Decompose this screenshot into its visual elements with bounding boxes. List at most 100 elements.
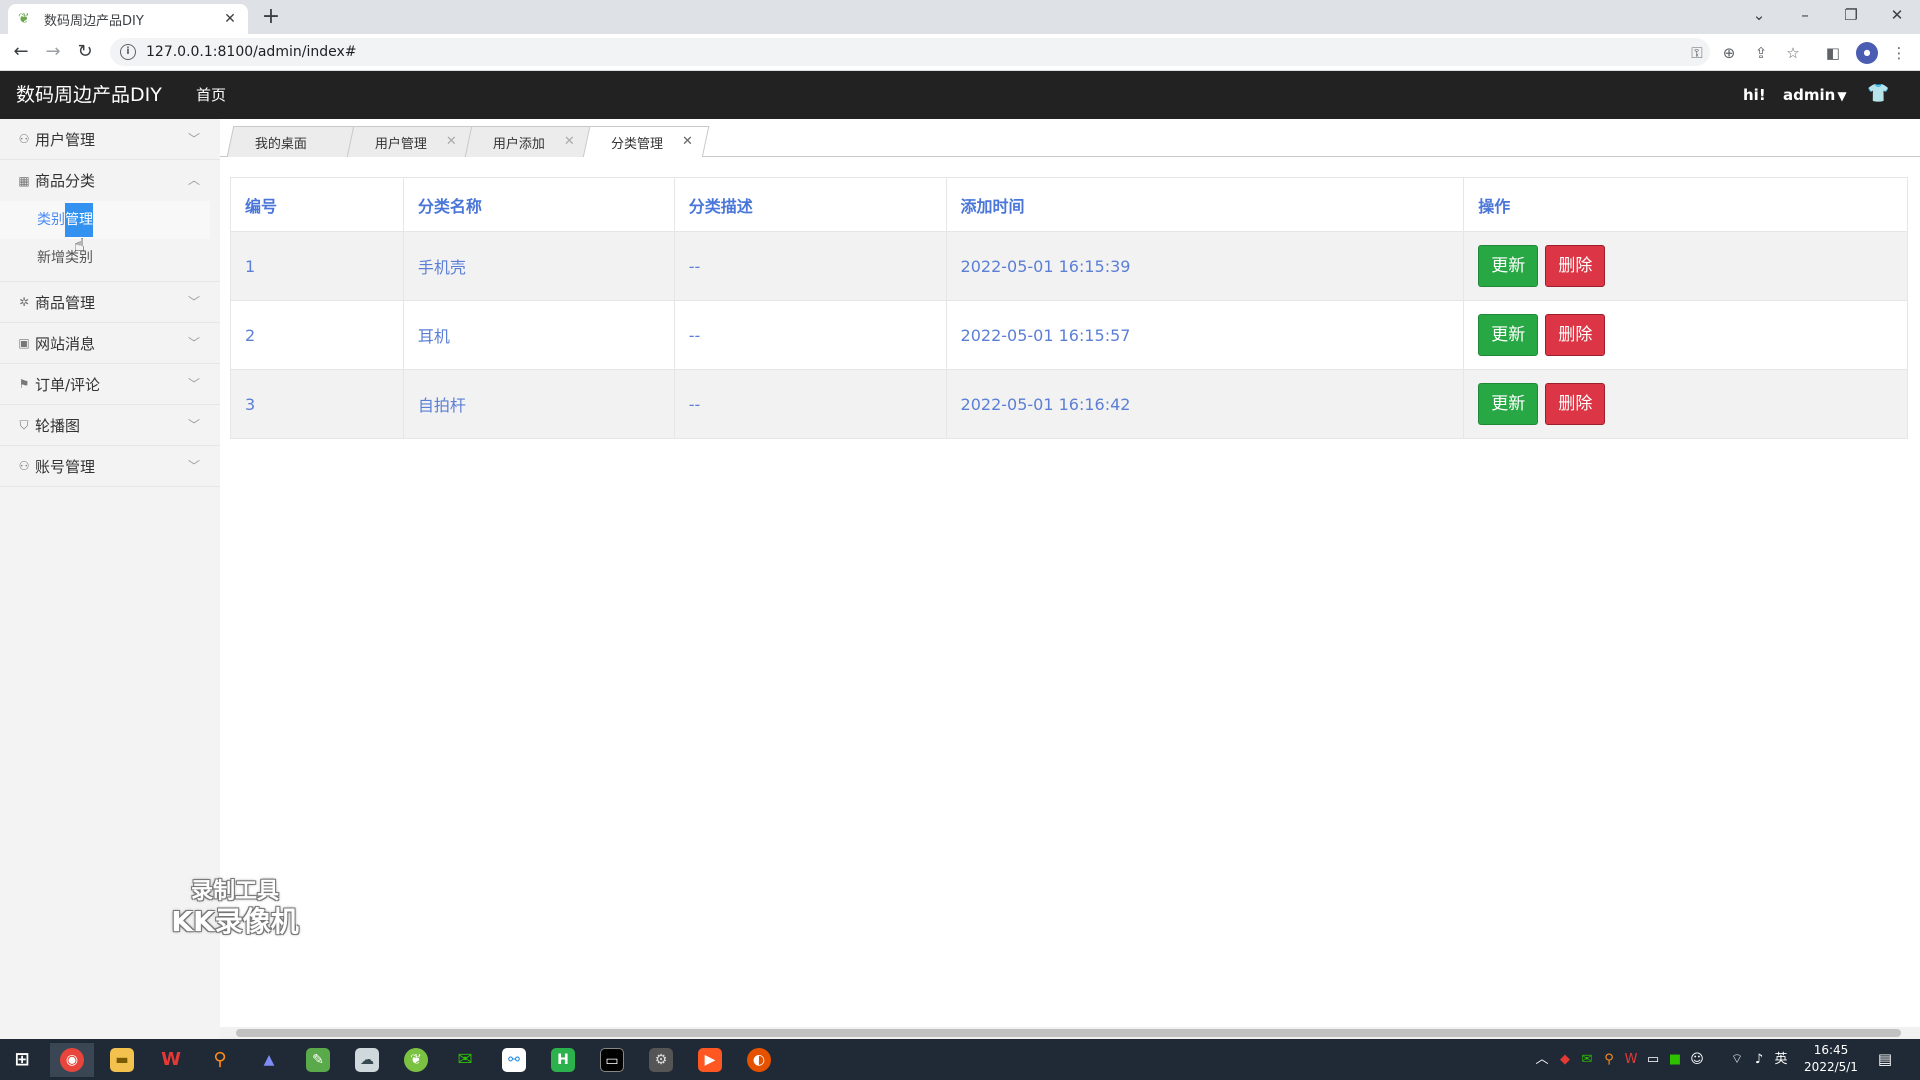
tab-label: 用户添加 bbox=[492, 136, 545, 152]
input-language[interactable]: 英 bbox=[1772, 1039, 1790, 1080]
close-tab-icon[interactable]: ✕ bbox=[682, 127, 693, 157]
table-row: 2 耳机 -- 2022-05-01 16:15:57 更新 删除 bbox=[230, 300, 1908, 370]
delete-button[interactable]: 删除 bbox=[1545, 383, 1606, 425]
image-icon: ▣ bbox=[18, 336, 30, 350]
main-content: 编号 分类名称 分类描述 添加时间 操作 1 手机壳 -- 2022-05-01… bbox=[220, 157, 1920, 1029]
hbuilder-app-icon[interactable]: H bbox=[541, 1043, 585, 1077]
update-button[interactable]: 更新 bbox=[1478, 383, 1539, 425]
new-tab-button[interactable]: + bbox=[258, 5, 284, 31]
flag-icon: ⚑ bbox=[18, 377, 30, 391]
sidebar-item-site-messages[interactable]: ▣ 网站消息 ﹀ bbox=[0, 323, 220, 364]
submenu-item-add-category[interactable]: 新增类别 bbox=[0, 239, 220, 277]
tray-search-icon[interactable]: ⚲ bbox=[1600, 1039, 1618, 1080]
table-row: 1 手机壳 -- 2022-05-01 16:15:39 更新 删除 bbox=[230, 231, 1908, 301]
close-tab-icon[interactable]: ✕ bbox=[446, 127, 457, 157]
table-header-row: 编号 分类名称 分类描述 添加时间 操作 bbox=[230, 177, 1908, 232]
share-icon[interactable]: ⇪ bbox=[1750, 42, 1772, 64]
photos-app-icon[interactable]: ▲ bbox=[247, 1043, 291, 1077]
notification-icon[interactable]: ▤ bbox=[1874, 1039, 1896, 1080]
taskbar-clock[interactable]: 16:45 2022/5/1 bbox=[1796, 1042, 1866, 1076]
admin-user-menu[interactable]: admin ▼ bbox=[1783, 71, 1847, 120]
side-panel-icon[interactable]: ◧ bbox=[1822, 42, 1844, 64]
file-explorer-icon[interactable]: ▬ bbox=[100, 1043, 144, 1077]
tab-search-icon[interactable]: ⌄ bbox=[1736, 0, 1782, 30]
more-menu-icon[interactable]: ⋮ bbox=[1888, 42, 1910, 64]
chrome-app-icon[interactable]: ◉ bbox=[50, 1043, 94, 1077]
sidebar-item-label: 网站消息 bbox=[35, 334, 96, 353]
category-table: 编号 分类名称 分类描述 添加时间 操作 1 手机壳 -- 2022-05-01… bbox=[230, 177, 1908, 439]
sidebar-item-orders-comments[interactable]: ⚑ 订单/评论 ﹀ bbox=[0, 364, 220, 405]
submenu-item-category-management[interactable]: 类别管理 bbox=[0, 201, 210, 239]
tray-security-icon[interactable]: ◆ bbox=[1556, 1039, 1574, 1080]
grid-icon: ▦ bbox=[18, 173, 30, 188]
tab-category-management[interactable]: 分类管理 ✕ bbox=[582, 126, 710, 158]
sidebar-item-user-management[interactable]: ⚇ 用户管理 ﹀ bbox=[0, 119, 220, 160]
tshirt-skin-icon[interactable]: 👕 bbox=[1867, 83, 1889, 105]
mouse-cursor-icon: ☝ bbox=[74, 235, 85, 256]
volume-icon[interactable]: ♪ bbox=[1750, 1039, 1768, 1080]
address-bar[interactable]: i 127.0.0.1:8100/admin/index# bbox=[110, 38, 1710, 66]
forward-icon[interactable]: → bbox=[39, 38, 67, 66]
cell-category-name: 自拍杆 bbox=[402, 369, 675, 439]
sidebar-item-product-management[interactable]: ✲ 商品管理 ﹀ bbox=[0, 282, 220, 323]
update-button[interactable]: 更新 bbox=[1478, 314, 1539, 356]
cell-category-name: 手机壳 bbox=[402, 231, 675, 301]
restore-icon[interactable]: ❐ bbox=[1828, 0, 1874, 30]
site-info-icon[interactable]: i bbox=[120, 44, 136, 60]
reload-icon[interactable]: ↻ bbox=[71, 38, 99, 66]
terminal-app-icon[interactable]: ▭ bbox=[590, 1043, 634, 1077]
back-icon[interactable]: ← bbox=[7, 38, 35, 66]
windows-start-icon[interactable]: ⊞ bbox=[0, 1043, 44, 1077]
browser-tab[interactable]: ❦ 数码周边产品DIY ✕ bbox=[8, 4, 248, 34]
sidebar-item-label: 商品分类 bbox=[35, 172, 96, 190]
tab-my-desktop[interactable]: 我的桌面 bbox=[226, 126, 356, 157]
leaf-favicon-icon: ❦ bbox=[18, 11, 30, 27]
sidebar-item-account-management[interactable]: ⚇ 账号管理 ﹀ bbox=[0, 446, 220, 487]
nav-home-link[interactable]: 首页 bbox=[196, 71, 226, 119]
tray-device-icon[interactable]: ▭ bbox=[1644, 1039, 1662, 1080]
tray-nvidia-icon[interactable]: ■ bbox=[1666, 1039, 1684, 1080]
zoom-icon[interactable]: ⊕ bbox=[1718, 42, 1740, 64]
close-tab-icon[interactable]: ✕ bbox=[564, 127, 575, 157]
close-window-icon[interactable]: ✕ bbox=[1874, 0, 1920, 30]
watermark-line1: 录制工具 bbox=[190, 879, 279, 904]
sidebar-item-label: 订单/评论 bbox=[35, 375, 101, 394]
leaf-app-icon[interactable]: ❦ bbox=[394, 1043, 438, 1077]
sidebar-item-carousel[interactable]: ⛉ 轮播图 ﹀ bbox=[0, 405, 220, 446]
wechat-app-icon[interactable]: ✉ bbox=[443, 1043, 487, 1077]
profile-avatar[interactable]: ● bbox=[1856, 42, 1878, 64]
tab-user-add[interactable]: 用户添加 ✕ bbox=[464, 126, 592, 157]
search-app-icon[interactable]: ⚲ bbox=[198, 1043, 242, 1077]
network-app-icon[interactable]: ⚯ bbox=[492, 1043, 536, 1077]
browser-tab-title: 数码周边产品DIY bbox=[44, 13, 144, 29]
sidebar-item-product-category[interactable]: ▦ 商品分类 ︿ bbox=[0, 160, 220, 201]
close-tab-icon[interactable]: ✕ bbox=[222, 11, 238, 27]
horizontal-scrollbar[interactable] bbox=[220, 1027, 1920, 1039]
minimize-icon[interactable]: – bbox=[1782, 0, 1828, 30]
cell-add-time: 2022-05-01 16:15:57 bbox=[945, 300, 1465, 370]
tray-qq-icon[interactable]: ☺ bbox=[1688, 1039, 1706, 1080]
chevron-down-icon: ﹀ bbox=[187, 295, 200, 309]
cell-category-desc: -- bbox=[673, 369, 947, 439]
media-app-icon[interactable]: ◐ bbox=[737, 1043, 781, 1077]
cloud-app-icon[interactable]: ☁ bbox=[345, 1043, 389, 1077]
sidebar-item-label: 商品管理 bbox=[35, 293, 96, 312]
user-icon: ⚇ bbox=[18, 459, 30, 473]
notepad-app-icon[interactable]: ✎ bbox=[296, 1043, 340, 1077]
scrollbar-thumb[interactable] bbox=[236, 1029, 1901, 1037]
bookmark-star-icon[interactable]: ☆ bbox=[1782, 42, 1804, 64]
chevron-down-icon: ﹀ bbox=[187, 377, 200, 391]
tray-overflow-icon[interactable]: ︿ bbox=[1534, 1039, 1550, 1080]
key-icon[interactable]: ⚿ bbox=[1686, 42, 1708, 64]
sidebar-item-label: 用户管理 bbox=[35, 130, 96, 149]
tab-user-management[interactable]: 用户管理 ✕ bbox=[346, 126, 474, 157]
settings-app-icon[interactable]: ⚙ bbox=[639, 1043, 683, 1077]
recorder-app-icon[interactable]: ▶ bbox=[688, 1043, 732, 1077]
delete-button[interactable]: 删除 bbox=[1545, 245, 1606, 287]
wifi-icon[interactable]: ⌔ bbox=[1728, 1039, 1746, 1080]
update-button[interactable]: 更新 bbox=[1478, 245, 1539, 287]
tray-wps-icon[interactable]: W bbox=[1622, 1039, 1640, 1080]
delete-button[interactable]: 删除 bbox=[1545, 314, 1606, 356]
wps-app-icon[interactable]: W bbox=[149, 1043, 193, 1077]
tray-wechat-icon[interactable]: ✉ bbox=[1578, 1039, 1596, 1080]
